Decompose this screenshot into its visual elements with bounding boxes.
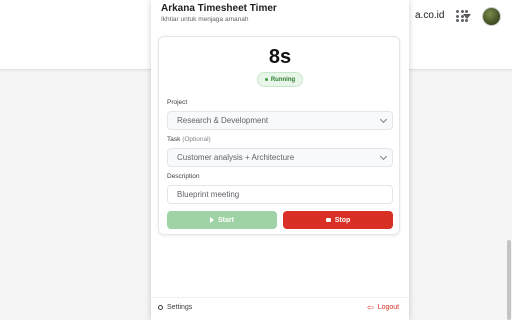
task-optional-text: (Optional)	[182, 136, 211, 143]
project-select-value: Research & Development	[177, 116, 269, 125]
account-avatar[interactable]	[482, 7, 501, 26]
description-input[interactable]: Blueprint meeting	[167, 185, 393, 204]
apps-grid-icon[interactable]	[456, 10, 468, 22]
task-label: Task (Optional)	[167, 136, 211, 143]
description-label: Description	[167, 173, 200, 180]
gear-icon	[158, 305, 163, 310]
popup-subtitle: Ikhtiar untuk menjaga amanah	[161, 16, 249, 23]
status-text: Running	[270, 76, 296, 83]
stop-label: Stop	[334, 216, 351, 224]
logout-label: Logout	[377, 304, 400, 311]
timer-display: 8s	[268, 46, 292, 68]
settings-link[interactable]: Settings	[158, 304, 192, 311]
status-dot-icon	[264, 78, 268, 81]
description-placeholder: Blueprint meeting	[177, 190, 240, 199]
popup-title: Arkana Timesheet Timer	[161, 3, 277, 14]
project-select[interactable]: Research & Development	[167, 111, 393, 130]
page-scrollbar[interactable]	[507, 240, 511, 320]
account-email[interactable]: a.co.id	[415, 10, 444, 21]
logout-link[interactable]: ⇦ Logout	[367, 303, 400, 312]
footer-divider	[151, 297, 409, 298]
stop-button[interactable]: Stop	[283, 211, 393, 229]
project-label: Project	[167, 99, 188, 106]
task-select[interactable]: Customer analysis + Architecture	[167, 148, 393, 167]
timer-card: 8s Running Project Research & Developmen…	[158, 36, 400, 235]
settings-label: Settings	[167, 304, 193, 311]
start-label: Start	[218, 216, 234, 224]
chevron-down-icon	[379, 115, 388, 124]
logout-icon: ⇦	[367, 303, 374, 312]
start-button[interactable]: Start	[167, 211, 277, 229]
task-select-value: Customer analysis + Architecture	[177, 153, 295, 162]
status-badge: Running	[257, 72, 303, 87]
chevron-down-icon	[379, 152, 388, 161]
play-icon	[210, 217, 215, 223]
task-label-text: Task	[167, 136, 181, 143]
extension-popup: Arkana Timesheet Timer Ikhtiar untuk men…	[151, 0, 409, 320]
stop-icon	[325, 218, 331, 222]
